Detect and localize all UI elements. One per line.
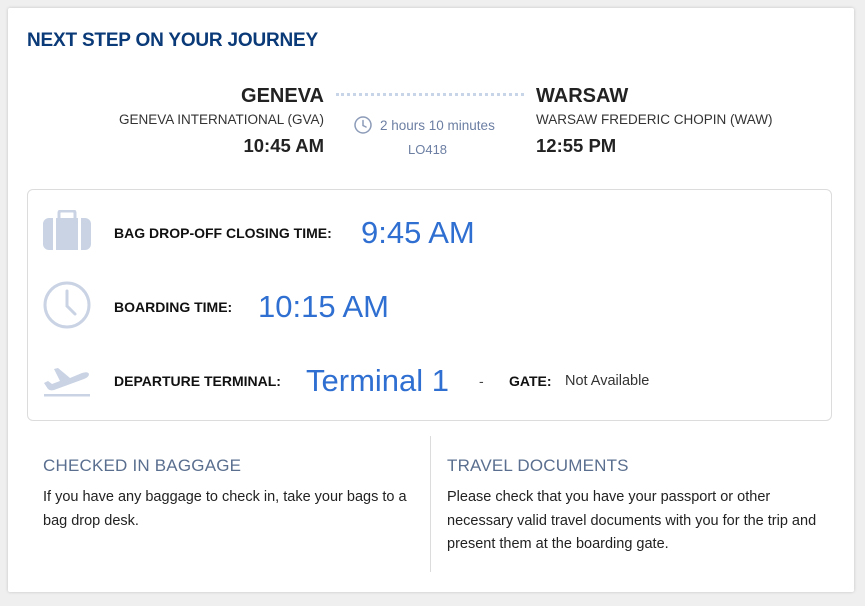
departure-terminal: Terminal 1 — [306, 363, 449, 398]
terminal-label: DEPARTURE TERMINAL: — [114, 373, 281, 389]
flight-details-box: BAG DROP-OFF CLOSING TIME: 9:45 AM BOARD… — [27, 189, 832, 421]
flight-route: GENEVA GENEVA INTERNATIONAL (GVA) 10:45 … — [8, 84, 854, 164]
clock-icon — [354, 116, 372, 134]
bag-drop-label: BAG DROP-OFF CLOSING TIME: — [114, 225, 332, 241]
arrival-time: 12:55 PM — [536, 135, 617, 156]
separator: - — [479, 373, 484, 389]
destination-airport: WARSAW FREDERIC CHOPIN (WAW) — [536, 112, 773, 127]
boarding-row: BOARDING TIME: 10:15 AM — [28, 281, 828, 333]
page-title: NEXT STEP ON YOUR JOURNEY — [27, 30, 318, 51]
bag-drop-row: BAG DROP-OFF CLOSING TIME: 9:45 AM — [28, 207, 828, 259]
baggage-heading: CHECKED IN BAGGAGE — [43, 456, 242, 475]
documents-info: TRAVEL DOCUMENTS Please check that you h… — [447, 436, 817, 557]
boarding-label: BOARDING TIME: — [114, 299, 233, 315]
section-divider — [430, 436, 431, 572]
boarding-time: 10:15 AM — [258, 289, 389, 324]
bag-drop-time: 9:45 AM — [361, 215, 475, 250]
baggage-info: CHECKED IN BAGGAGE If you have any bagga… — [43, 436, 418, 533]
destination: WARSAW WARSAW FREDERIC CHOPIN (WAW) 12:5… — [536, 84, 772, 157]
documents-heading: TRAVEL DOCUMENTS — [447, 456, 629, 475]
plane-takeoff-icon — [42, 361, 92, 402]
baggage-text: If you have any baggage to check in, tak… — [43, 489, 407, 529]
flight-number: LO418 — [408, 142, 448, 157]
duration-text: 2 hours 10 minutes — [380, 117, 495, 133]
documents-text: Please check that you have your passport… — [447, 489, 817, 552]
journey-card: NEXT STEP ON YOUR JOURNEY GENEVA GENEVA … — [8, 8, 854, 592]
origin-city: GENEVA — [241, 85, 324, 107]
flight-duration: 2 hours 10 minutes — [354, 116, 514, 134]
gate-label: GATE: — [509, 373, 552, 389]
terminal-row: DEPARTURE TERMINAL: Terminal 1 - GATE: N… — [28, 355, 828, 407]
route-line — [336, 93, 524, 96]
info-section: CHECKED IN BAGGAGE If you have any bagga… — [27, 436, 830, 576]
departure-time: 10:45 AM — [243, 135, 324, 156]
destination-city: WARSAW — [536, 85, 629, 107]
gate-value: Not Available — [565, 373, 650, 389]
origin-airport: GENEVA INTERNATIONAL (GVA) — [118, 112, 324, 127]
boarding-clock-icon — [42, 280, 92, 335]
suitcase-icon — [42, 209, 92, 257]
origin: GENEVA GENEVA INTERNATIONAL (GVA) 10:45 … — [119, 84, 324, 157]
